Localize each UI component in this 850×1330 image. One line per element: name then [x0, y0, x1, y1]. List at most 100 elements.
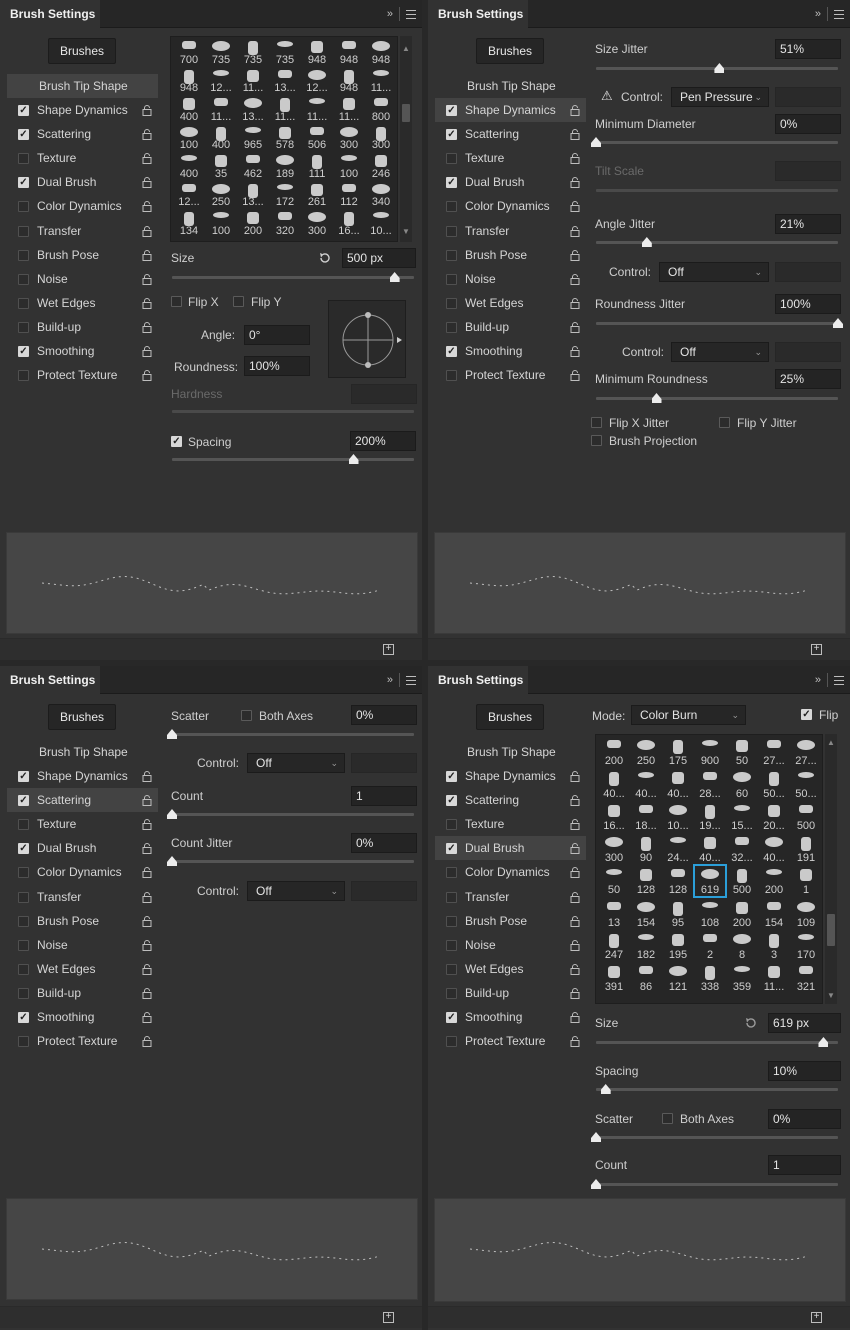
- spacing-slider[interactable]: [172, 454, 414, 464]
- sidebar-checkbox-texture[interactable]: [18, 153, 29, 165]
- lock-icon[interactable]: [142, 843, 152, 855]
- panel-tab-title[interactable]: Brush Settings: [0, 0, 100, 28]
- sidebar-item-transfer[interactable]: Transfer: [435, 885, 586, 909]
- brush-preset-cell[interactable]: 13...: [237, 181, 269, 210]
- sidebar-item-shape-dynamics[interactable]: ✓ Shape Dynamics: [435, 764, 586, 788]
- lock-icon[interactable]: [570, 249, 580, 261]
- brush-preset-cell[interactable]: 400: [205, 124, 237, 153]
- sidebar-checkbox-build-up[interactable]: [18, 321, 29, 333]
- brush-preset-cell[interactable]: 200: [726, 898, 758, 930]
- lock-icon[interactable]: [570, 273, 580, 285]
- lock-icon[interactable]: [142, 1036, 152, 1048]
- brush-preset-cell[interactable]: 191: [790, 833, 822, 865]
- sidebar-item-brush-pose[interactable]: Brush Pose: [7, 243, 158, 267]
- lock-icon[interactable]: [570, 201, 580, 213]
- brush-preset-cell[interactable]: 90: [630, 833, 662, 865]
- brush-preset-cell[interactable]: 100: [333, 152, 365, 181]
- lock-icon[interactable]: [570, 153, 580, 165]
- brush-preset-cell[interactable]: 11...: [301, 95, 333, 124]
- size-slider[interactable]: [596, 1037, 838, 1047]
- sidebar-item-noise[interactable]: Noise: [7, 267, 158, 291]
- brush-preset-cell[interactable]: 100: [205, 209, 237, 238]
- lock-icon[interactable]: [142, 297, 152, 309]
- collapse-icon[interactable]: »: [387, 674, 393, 686]
- scroll-down-icon[interactable]: ▼: [400, 227, 412, 236]
- scroll-up-icon[interactable]: ▲: [400, 44, 412, 53]
- collapse-icon[interactable]: »: [815, 8, 821, 20]
- brush-preset-cell[interactable]: 12...: [301, 67, 333, 96]
- dual-brush-tip-grid[interactable]: 200 250 175 900 50 27... 27... 40... 40... 40... 2…: [595, 734, 823, 1004]
- sidebar-checkbox-scattering[interactable]: ✓: [18, 795, 29, 807]
- brush-preset-cell[interactable]: 10...: [365, 209, 397, 238]
- brush-preset-cell[interactable]: 247: [598, 930, 630, 962]
- scroll-thumb[interactable]: [402, 104, 410, 122]
- sidebar-item-brush-tip-shape[interactable]: Brush Tip Shape: [7, 74, 158, 99]
- brush-preset-cell[interactable]: 700: [173, 38, 205, 67]
- sidebar-item-transfer[interactable]: Transfer: [435, 219, 586, 243]
- lock-icon[interactable]: [570, 987, 580, 999]
- sidebar-checkbox-brush-pose[interactable]: [18, 915, 29, 927]
- brush-preset-cell[interactable]: 20...: [758, 801, 790, 833]
- count-slider[interactable]: [591, 1179, 838, 1189]
- brush-preset-cell[interactable]: 50...: [758, 768, 790, 800]
- roundness-jitter-slider[interactable]: [596, 318, 843, 328]
- sidebar-item-smoothing[interactable]: ✓ Smoothing: [7, 1005, 158, 1029]
- spacing-checkbox[interactable]: ✓: [171, 436, 182, 447]
- brush-preset-cell[interactable]: 900: [694, 736, 726, 768]
- sidebar-item-smoothing[interactable]: ✓ Smoothing: [435, 339, 586, 363]
- brush-preset-cell[interactable]: 948: [333, 67, 365, 96]
- brush-preset-cell[interactable]: 12...: [205, 67, 237, 96]
- sidebar-checkbox-build-up[interactable]: [18, 987, 29, 999]
- lock-icon[interactable]: [570, 843, 580, 855]
- sidebar-checkbox-protect-texture[interactable]: [446, 370, 457, 382]
- lock-icon[interactable]: [570, 1012, 580, 1024]
- scroll-down-icon[interactable]: ▼: [825, 991, 837, 1000]
- lock-icon[interactable]: [142, 177, 152, 189]
- lock-icon[interactable]: [142, 771, 152, 783]
- sidebar-item-noise[interactable]: Noise: [7, 933, 158, 957]
- sidebar-checkbox-brush-pose[interactable]: [18, 249, 29, 261]
- lock-icon[interactable]: [570, 129, 580, 141]
- brush-preset-cell[interactable]: 121: [662, 962, 694, 994]
- lock-icon[interactable]: [142, 987, 152, 999]
- brush-preset-cell[interactable]: 800: [365, 95, 397, 124]
- sidebar-checkbox-build-up[interactable]: [446, 321, 457, 333]
- new-brush-icon[interactable]: +: [383, 1312, 394, 1323]
- brush-preset-cell[interactable]: 500: [726, 865, 758, 897]
- sidebar-item-build-up[interactable]: Build-up: [7, 315, 158, 339]
- size-jitter-slider[interactable]: [596, 63, 838, 73]
- brush-preset-cell[interactable]: 965: [237, 124, 269, 153]
- reset-size-icon[interactable]: [744, 1016, 758, 1030]
- brush-preset-cell[interactable]: 40...: [758, 833, 790, 865]
- brush-preset-cell[interactable]: 11...: [758, 962, 790, 994]
- lock-icon[interactable]: [142, 963, 152, 975]
- brush-preset-cell[interactable]: 19...: [694, 801, 726, 833]
- sidebar-item-brush-tip-shape[interactable]: Brush Tip Shape: [7, 740, 158, 764]
- brush-preset-cell[interactable]: 11...: [237, 67, 269, 96]
- angle-control-dropdown[interactable]: Off ⌄: [659, 262, 769, 282]
- sidebar-item-wet-edges[interactable]: Wet Edges: [435, 291, 586, 315]
- sidebar-checkbox-dual-brush[interactable]: ✓: [446, 843, 457, 855]
- sidebar-item-wet-edges[interactable]: Wet Edges: [435, 957, 586, 981]
- brush-preset-cell[interactable]: 16...: [598, 801, 630, 833]
- sidebar-checkbox-shape-dynamics[interactable]: ✓: [18, 105, 29, 117]
- sidebar-checkbox-smoothing[interactable]: ✓: [446, 1012, 457, 1024]
- brush-preset-cell[interactable]: 60: [726, 768, 758, 800]
- sidebar-item-dual-brush[interactable]: ✓ Dual Brush: [435, 836, 586, 861]
- angle-jitter-field[interactable]: 21%: [775, 214, 841, 234]
- panel-tab-title[interactable]: Brush Settings: [428, 666, 528, 694]
- sidebar-checkbox-dual-brush[interactable]: ✓: [18, 177, 29, 189]
- sidebar-checkbox-texture[interactable]: [18, 819, 29, 831]
- lock-icon[interactable]: [570, 177, 580, 189]
- brush-tip-grid[interactable]: 700 735 735 735 948 948 948 948 12... 11... 13... 1…: [170, 36, 398, 242]
- scatter-control-dropdown[interactable]: Off ⌄: [247, 753, 345, 773]
- sidebar-item-texture[interactable]: Texture: [7, 146, 158, 170]
- size-field[interactable]: 619 px: [768, 1013, 841, 1033]
- lock-icon[interactable]: [142, 273, 152, 285]
- sidebar-item-scattering[interactable]: ✓ Scattering: [7, 788, 158, 813]
- reset-size-icon[interactable]: [318, 251, 332, 265]
- lock-icon[interactable]: [570, 819, 580, 831]
- lock-icon[interactable]: [142, 346, 152, 358]
- brush-preset-cell[interactable]: 154: [630, 898, 662, 930]
- flip-checkbox[interactable]: ✓: [801, 709, 812, 720]
